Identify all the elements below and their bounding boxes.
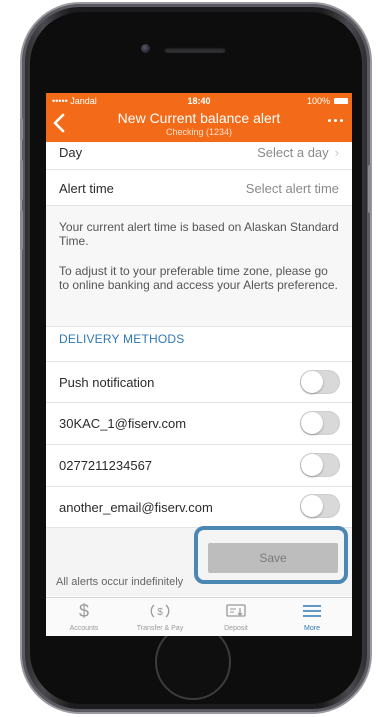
status-bar: ••••• Jandal 18:40 100% (46, 95, 352, 108)
page-title: New Current balance alert (117, 110, 281, 126)
delivery-item-phone: 0277211234567 (46, 445, 352, 487)
save-button-highlight (194, 526, 348, 584)
phone-power-button (368, 165, 371, 213)
push-notification-toggle[interactable] (300, 370, 340, 394)
day-value: Select a day › (257, 145, 339, 160)
delivery-item-label: Push notification (59, 375, 155, 390)
delivery-methods-header: DELIVERY METHODS (59, 332, 185, 346)
battery-percent: 100% (306, 96, 330, 106)
battery-icon (334, 98, 348, 104)
earpiece-speaker (164, 47, 226, 53)
alert-time-row[interactable]: Alert time Select alert time (46, 170, 352, 206)
email-2-toggle[interactable] (300, 494, 340, 518)
chevron-right-icon: › (334, 145, 339, 160)
timezone-info: Your current alert time is based on Alas… (46, 206, 352, 327)
tab-label: Accounts (69, 625, 99, 632)
more-options-icon[interactable] (328, 119, 344, 125)
delivery-item-email-1: 30KAC_1@fiserv.com (46, 403, 352, 445)
day-row[interactable]: Day Select a day › (46, 142, 352, 170)
hamburger-menu-icon (274, 601, 350, 621)
tab-label: Deposit (224, 625, 248, 632)
alerts-footnote: All alerts occur indefinitely (56, 576, 184, 588)
phone-volume-down (20, 210, 23, 250)
dollar-icon: $ (78, 601, 89, 621)
email-1-toggle[interactable] (300, 411, 340, 435)
chevron-left-icon (53, 113, 65, 133)
svg-text:$: $ (157, 607, 163, 618)
delivery-item-label: 0277211234567 (59, 458, 153, 473)
delivery-item-push: Push notification (46, 361, 352, 403)
tab-more[interactable]: More (274, 598, 350, 636)
phone-mute-switch (20, 118, 23, 140)
tab-deposit[interactable]: Deposit (198, 598, 274, 636)
delivery-item-label: another_email@fiserv.com (59, 500, 213, 515)
deposit-check-icon (198, 601, 274, 621)
front-camera (141, 44, 150, 53)
delivery-item-email-2: another_email@fiserv.com (46, 487, 352, 528)
timezone-info-text-1: Your current alert time is based on Alas… (59, 220, 339, 248)
back-button[interactable] (52, 113, 70, 135)
tab-label: More (304, 625, 320, 632)
tab-label: Transfer & Pay (136, 625, 184, 632)
app-screen: ••••• Jandal 18:40 100% New Current bala… (46, 93, 352, 636)
tab-bar: $ Accounts $ Transfer & Pay Deposit More (46, 597, 352, 636)
tab-transfer-pay[interactable]: $ Transfer & Pay (122, 598, 198, 636)
tab-accounts[interactable]: $ Accounts (46, 598, 122, 636)
day-value-text: Select a day (257, 145, 329, 160)
phone-volume-up (20, 160, 23, 200)
transfer-pay-icon: $ (122, 601, 198, 621)
alert-time-value: Select alert time (245, 181, 339, 196)
navigation-bar: ••••• Jandal 18:40 100% New Current bala… (46, 93, 352, 142)
timezone-info-text-2: To adjust it to your preferable time zon… (59, 264, 338, 292)
page-subtitle: Checking (1234) (165, 127, 233, 137)
day-label: Day (59, 145, 83, 160)
phone-sms-toggle[interactable] (300, 453, 340, 477)
alert-time-label: Alert time (59, 181, 114, 196)
delivery-item-label: 30KAC_1@fiserv.com (59, 416, 187, 431)
